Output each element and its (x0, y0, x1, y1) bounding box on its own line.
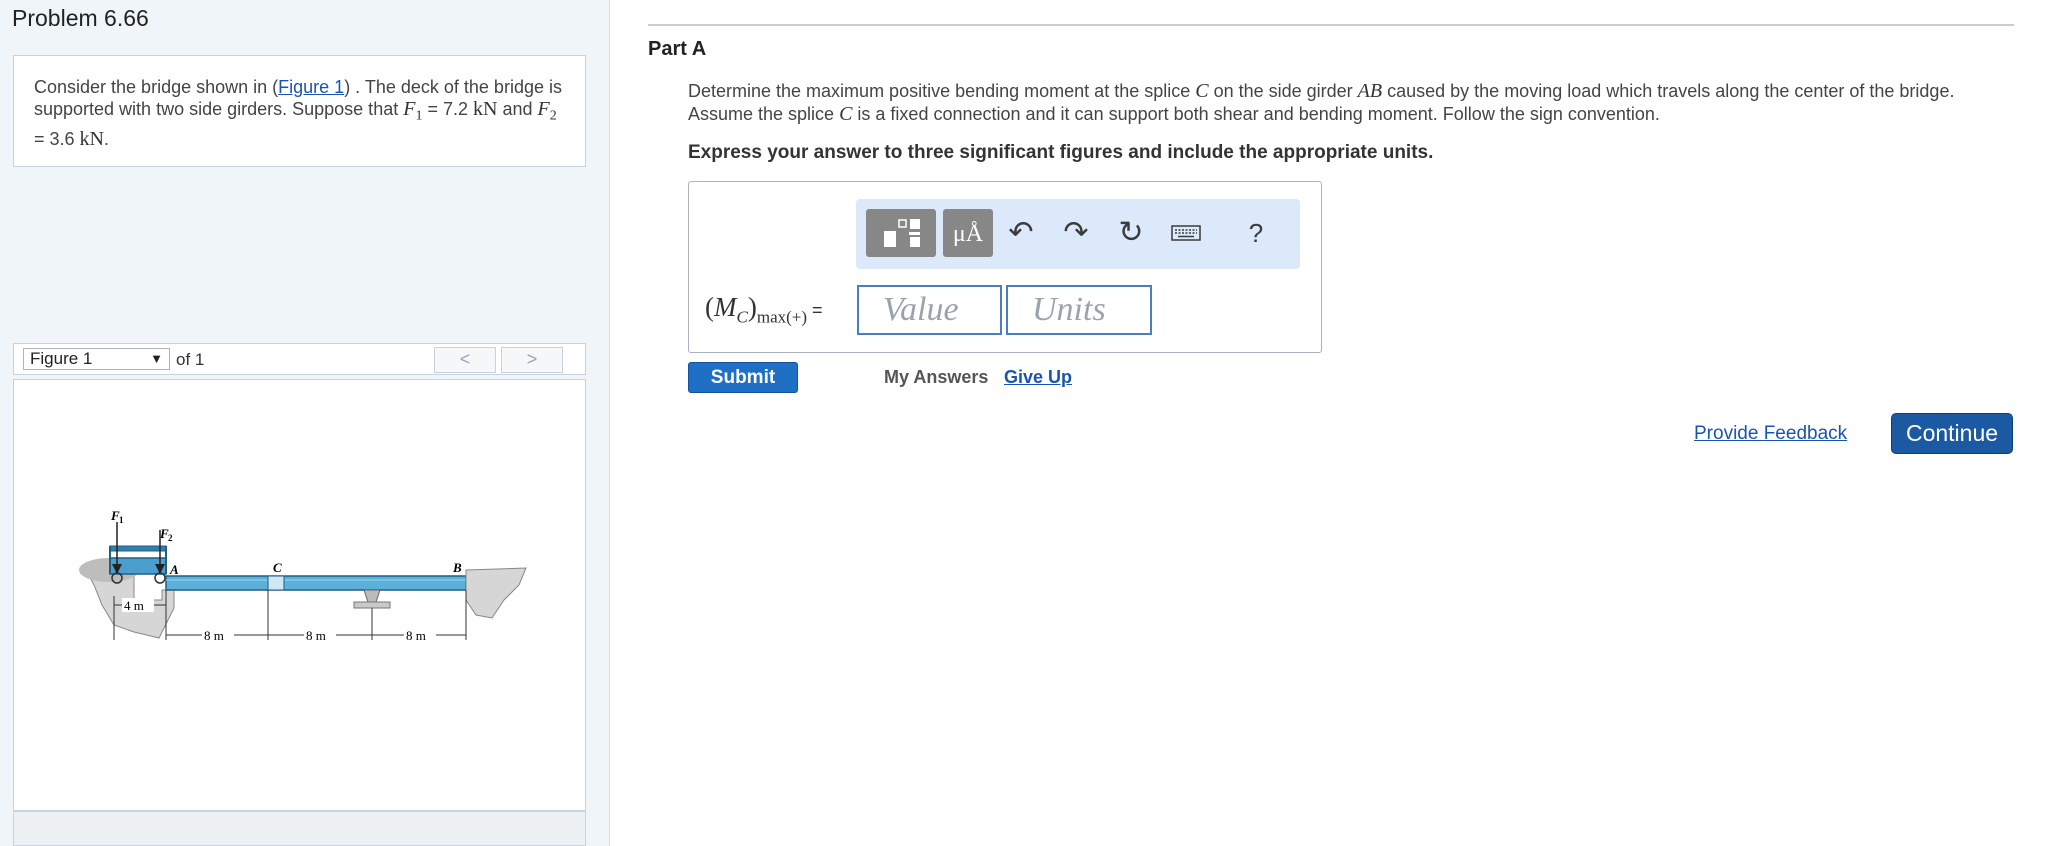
f2-subscript: 2 (549, 108, 557, 124)
next-figure-button[interactable]: > (501, 347, 563, 373)
continue-button[interactable]: Continue (1891, 413, 2013, 454)
figure-select-value: Figure 1 (30, 349, 93, 368)
f2-value: = 3.6 (34, 128, 80, 149)
girder (165, 575, 467, 591)
dim-8m-1: 8 m (204, 628, 224, 643)
label-b: B (452, 560, 462, 575)
give-up-link[interactable]: Give Up (1004, 367, 1072, 388)
dim-4m: 4 m (124, 598, 144, 613)
part-title: Part A (648, 38, 707, 60)
problem-text: Consider the bridge shown in ( (34, 77, 279, 97)
period: . (104, 128, 110, 149)
girder-symbol: AB (1357, 80, 1383, 102)
dim-8m-3: 8 m (406, 628, 426, 643)
label-c: C (273, 560, 282, 575)
my-answers-label: My Answers (884, 367, 989, 387)
redo-icon[interactable]: ↷ (1056, 215, 1096, 251)
f1-label-sub: 1 (119, 515, 124, 525)
undo-icon[interactable]: ↶ (1001, 215, 1041, 251)
instruction: Express your answer to three significant… (688, 142, 1434, 163)
figure-footer (13, 811, 586, 846)
f2-symbol: F (537, 98, 550, 120)
f1-symbol: F (403, 98, 416, 120)
dim-8m-2: 8 m (306, 628, 326, 643)
question-segment: Determine the maximum positive bending m… (688, 81, 1196, 101)
problem-statement: Consider the bridge shown in (Figure 1) … (13, 55, 586, 167)
figure-select[interactable]: Figure 1 ▼ (23, 348, 170, 370)
question-text: Determine the maximum positive bending m… (688, 80, 2008, 126)
answer-label: (MC)max(+) = (705, 292, 823, 327)
math-toolbar: μÅ ↶ ↷ ↻ ? (856, 199, 1300, 269)
f1-unit: kN (473, 98, 498, 120)
divider (648, 24, 2014, 26)
splice-symbol: C (1195, 80, 1209, 102)
left-panel: Problem 6.66 Consider the bridge shown i… (0, 0, 610, 846)
f2-label-sub: 2 (168, 533, 173, 543)
answer-box: μÅ ↶ ↷ ↻ ? (MC)max(+) = Value Units (688, 181, 1322, 353)
question-segment: on the side girder (1208, 81, 1358, 101)
f1-equals: = (422, 99, 443, 119)
keyboard-icon[interactable] (1166, 215, 1206, 251)
figure-link[interactable]: Figure 1 (278, 77, 344, 97)
figure-count: of 1 (176, 350, 205, 369)
equals-sign: = (807, 300, 823, 320)
units-input[interactable]: Units (1006, 285, 1152, 335)
figure-nav-bar: Figure 1 ▼ of 1 < > (13, 343, 586, 375)
submit-button[interactable]: Submit (688, 362, 798, 393)
label-a: A (169, 562, 179, 577)
prev-figure-button[interactable]: < (434, 347, 496, 373)
moment-sub-c: C (736, 307, 748, 327)
templates-button[interactable] (866, 209, 936, 257)
question-segment: is a fixed connection and it can support… (852, 104, 1660, 124)
problem-title: Problem 6.66 (12, 5, 149, 31)
units-button[interactable]: μÅ (943, 209, 993, 257)
f1-value: 7.2 (442, 99, 468, 119)
splice-symbol: C (839, 103, 853, 125)
figure-panel: F 1 F 2 A C B 4 m 8 m 8 m 8 m (13, 379, 586, 811)
right-ground (465, 567, 527, 619)
help-icon[interactable]: ? (1236, 215, 1276, 251)
paren-close: ) (747, 292, 757, 322)
bridge-figure: F 1 F 2 A C B 4 m 8 m 8 m 8 m (79, 508, 527, 643)
provide-feedback-link[interactable]: Provide Feedback (1694, 423, 1847, 445)
max-subscript: max(+) (756, 307, 808, 327)
chevron-down-icon: ▼ (150, 351, 163, 366)
paren-open: ( (705, 292, 714, 322)
templates-icon (884, 219, 920, 247)
value-input[interactable]: Value (857, 285, 1002, 335)
moment-symbol: M (714, 292, 737, 322)
f2-unit: kN (79, 127, 104, 150)
and-text: and (497, 99, 538, 119)
reset-icon[interactable]: ↻ (1111, 215, 1151, 251)
